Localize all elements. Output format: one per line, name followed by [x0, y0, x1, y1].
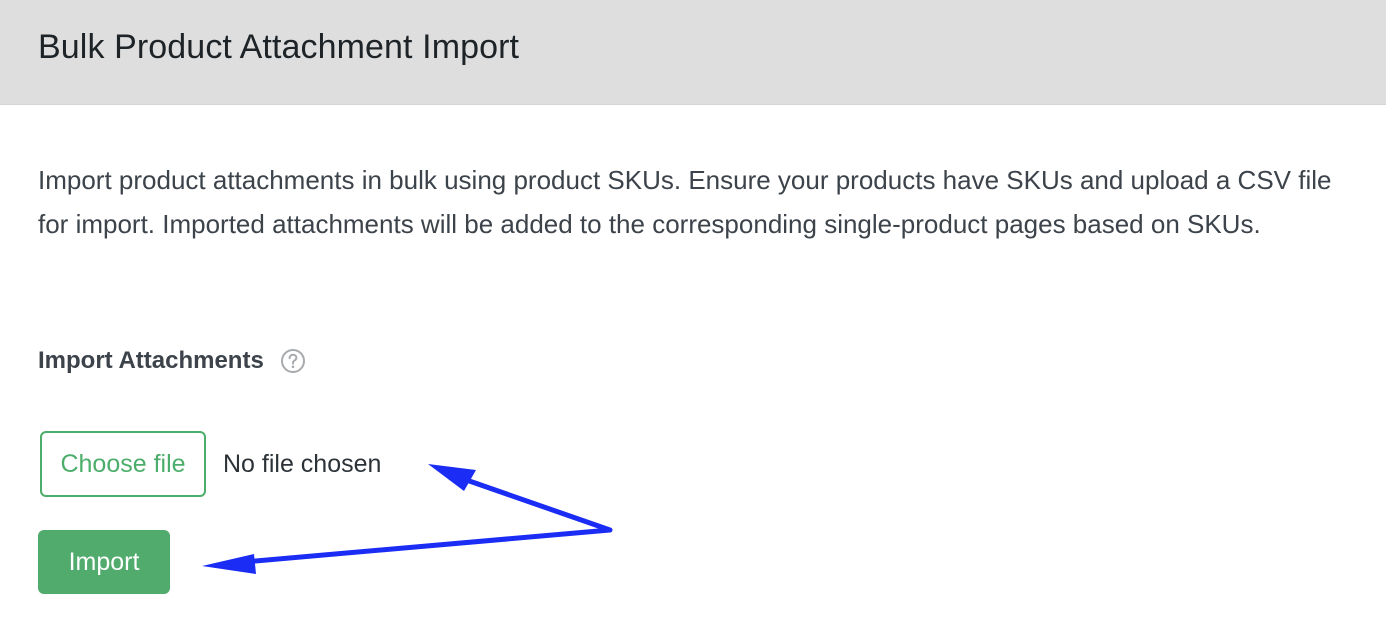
arrowhead-lower-icon	[202, 554, 256, 574]
page: Bulk Product Attachment Import Import pr…	[0, 0, 1386, 636]
file-status-text: No file chosen	[223, 449, 382, 478]
import-button[interactable]: Import	[38, 530, 170, 594]
description-text: Import product attachments in bulk using…	[38, 165, 1332, 239]
page-header: Bulk Product Attachment Import	[0, 0, 1386, 105]
choose-file-button[interactable]: Choose file	[40, 431, 206, 497]
import-attachments-label: Import Attachments	[38, 347, 264, 374]
page-title: Bulk Product Attachment Import	[38, 28, 520, 66]
question-circle-icon[interactable]	[280, 348, 306, 374]
arrowhead-upper-icon	[428, 464, 476, 491]
file-input: Choose file No file chosen	[40, 431, 381, 497]
import-attachments-label-row: Import Attachments	[38, 344, 306, 378]
